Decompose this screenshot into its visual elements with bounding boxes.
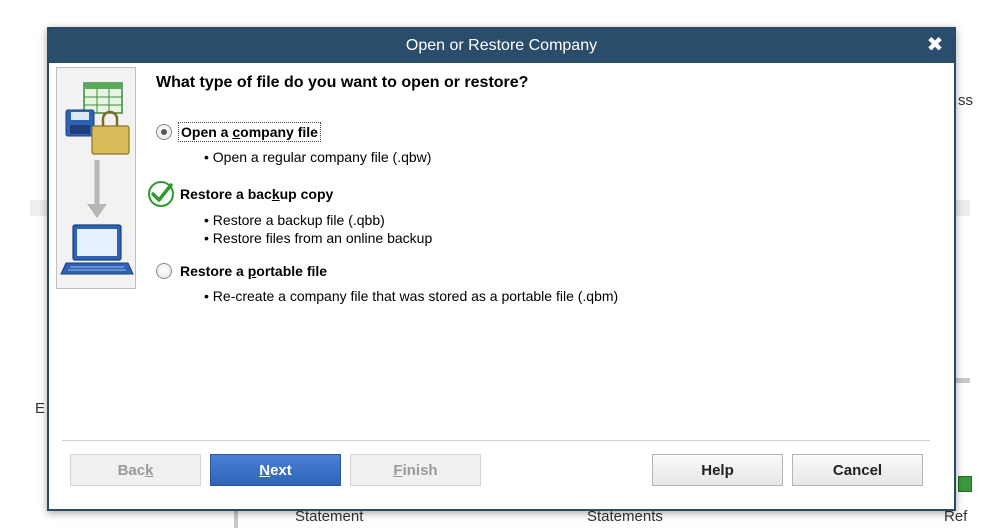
background-label-e: E — [35, 400, 46, 417]
illustration-panel — [56, 67, 136, 289]
radio-restore-portable-file[interactable] — [156, 263, 172, 279]
next-button-label-post: ext — [270, 461, 292, 479]
option-open-company-file-label-mnemonic: c — [232, 124, 241, 140]
background-label-ess: ss — [958, 92, 973, 109]
radio-open-company-file[interactable] — [156, 124, 172, 140]
finish-button[interactable]: Finish — [350, 454, 481, 486]
close-icon[interactable]: ✖ — [924, 34, 946, 56]
button-separator — [62, 440, 930, 442]
next-button[interactable]: Next — [210, 454, 341, 486]
background-green-icon — [958, 476, 972, 492]
dialog-titlebar[interactable]: Open or Restore Company ✖ — [49, 29, 954, 63]
background-divider-right — [954, 378, 970, 383]
option-restore-backup-copy-label-post: up copy — [279, 186, 334, 202]
option-restore-backup-bullet-2: • Restore files from an online backup — [204, 230, 433, 246]
option-open-company-file[interactable]: Open a company file — [156, 122, 321, 142]
green-checkmark-icon — [148, 181, 174, 207]
option-open-company-file-label[interactable]: Open a company file — [178, 122, 321, 142]
option-restore-backup-bullet-1: • Restore a backup file (.qbb) — [204, 212, 385, 228]
option-restore-backup-copy[interactable]: Restore a backup copy — [178, 185, 335, 203]
option-restore-portable-file-label[interactable]: Restore a portable file — [178, 262, 329, 280]
option-open-company-file-bullet: • Open a regular company file (.qbw) — [204, 149, 432, 165]
option-restore-portable-file[interactable]: Restore a portable file — [156, 262, 329, 280]
option-restore-backup-copy-label[interactable]: Restore a backup copy — [178, 185, 335, 203]
option-restore-portable-file-label-pre: Restore a — [180, 263, 248, 279]
back-button-label-mnemonic: k — [145, 461, 154, 479]
open-restore-dialog: Open or Restore Company ✖ What type of f… — [47, 27, 956, 511]
dialog-title: Open or Restore Company — [405, 37, 598, 54]
cancel-button[interactable]: Cancel — [792, 454, 923, 486]
finish-button-label-mnemonic: F — [393, 461, 403, 479]
option-open-company-file-label-post: ompany file — [240, 124, 318, 140]
back-button[interactable]: Bac k — [70, 454, 201, 486]
question-heading: What type of file do you want to open or… — [156, 74, 529, 91]
option-open-company-file-label-pre: Open a — [181, 124, 233, 140]
option-restore-portable-file-label-mnemonic: p — [247, 263, 257, 279]
file-transfer-illustration-icon — [60, 82, 134, 275]
option-restore-portable-bullet: • Re-create a company file that was stor… — [204, 288, 619, 304]
option-restore-portable-file-label-post: ortable file — [256, 263, 328, 279]
next-button-label-mnemonic: N — [259, 461, 271, 479]
back-button-label-pre: Bac — [117, 461, 146, 479]
help-button[interactable]: Help — [652, 454, 783, 486]
finish-button-label-post: inish — [402, 461, 438, 479]
option-restore-backup-copy-label-pre: Restore a bac — [180, 186, 272, 202]
option-restore-backup-copy-label-mnemonic: k — [271, 186, 280, 202]
